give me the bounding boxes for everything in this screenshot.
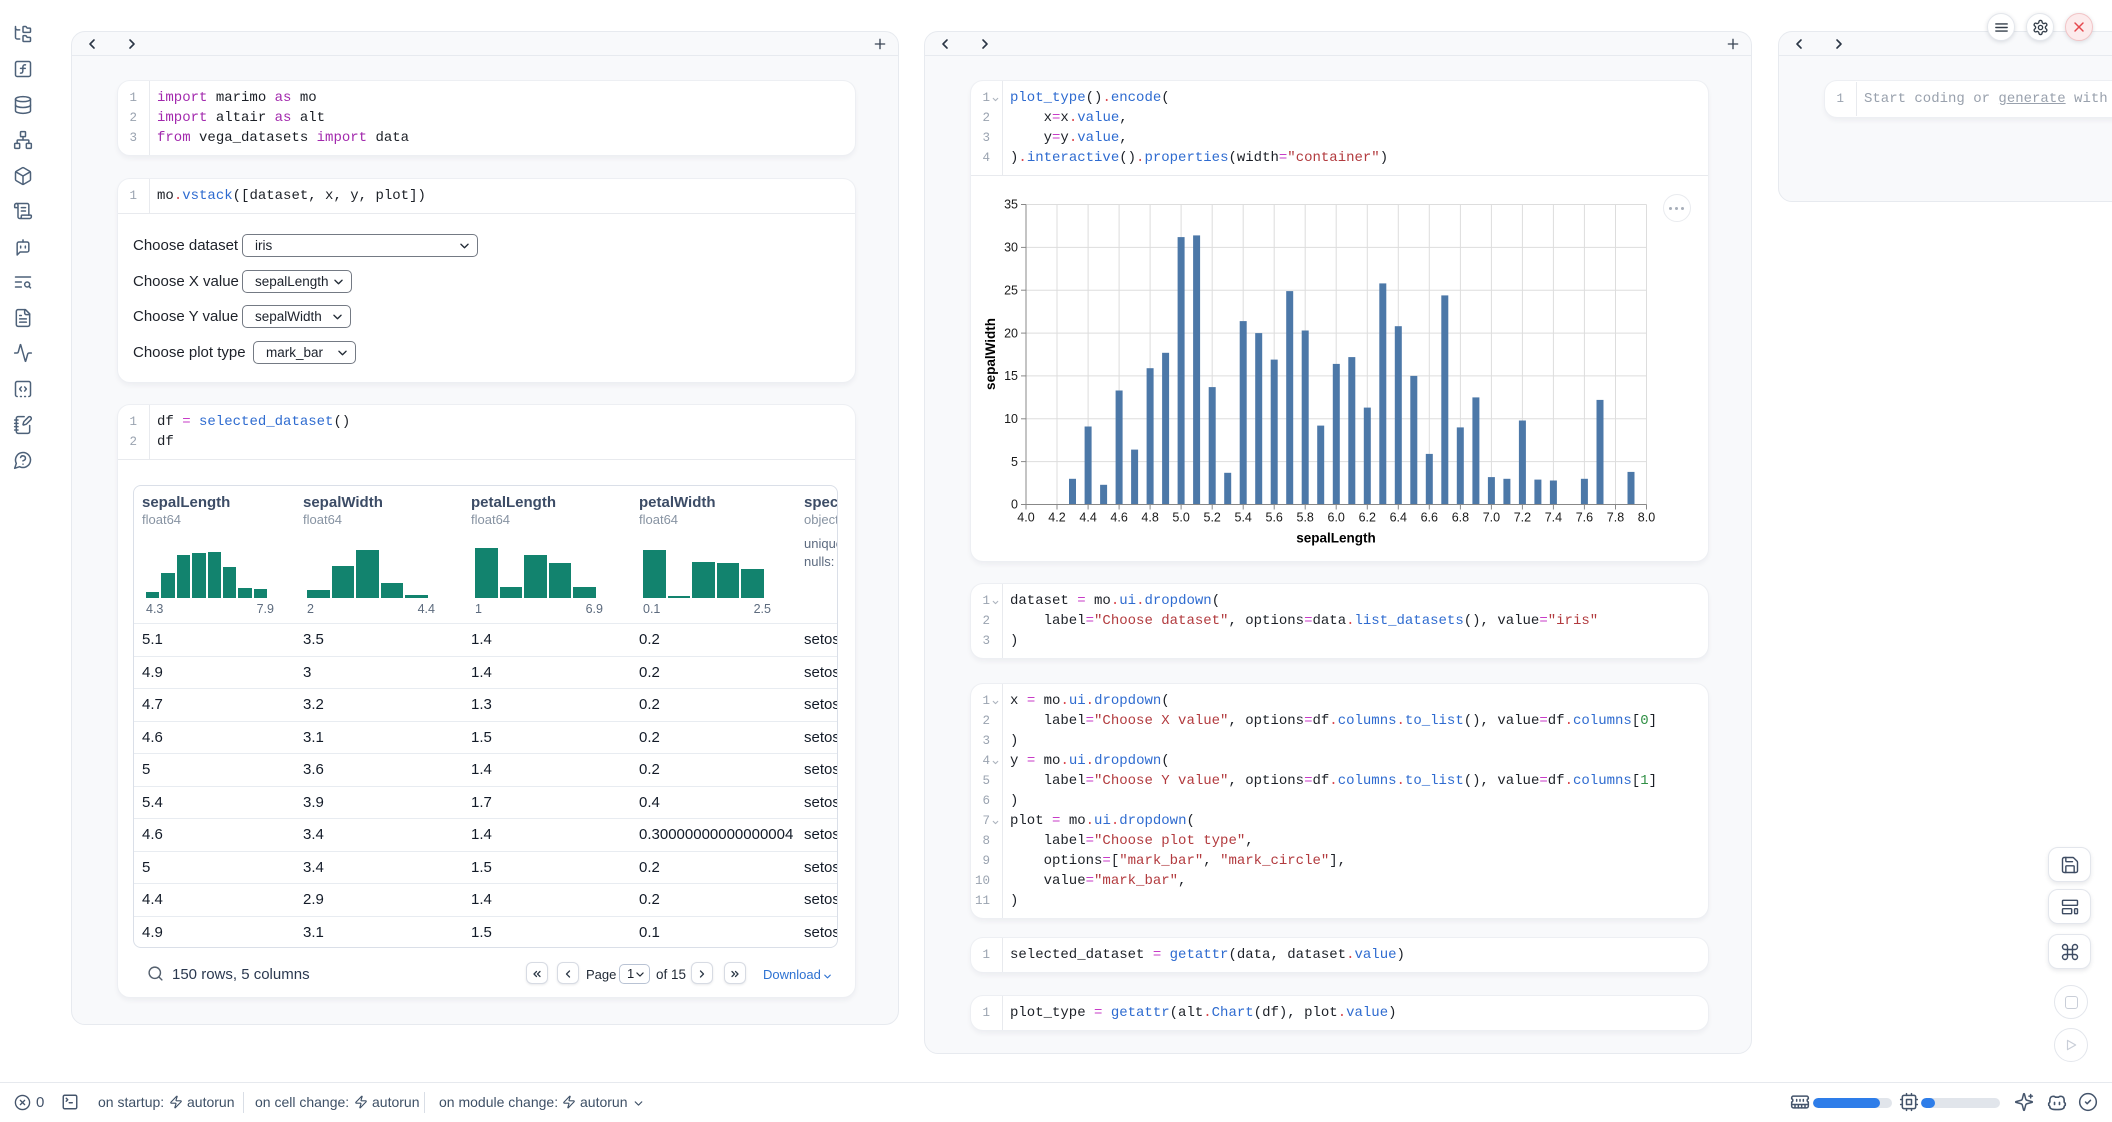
- svg-text:5.6: 5.6: [1266, 511, 1283, 525]
- svg-text:sepalLength: sepalLength: [1296, 531, 1376, 546]
- svg-text:7.6: 7.6: [1576, 511, 1593, 525]
- svg-text:sepalWidth: sepalWidth: [983, 318, 998, 390]
- svg-text:0: 0: [1011, 498, 1018, 512]
- svg-text:4.6: 4.6: [1110, 511, 1127, 525]
- svg-text:7.0: 7.0: [1483, 511, 1500, 525]
- svg-text:5.2: 5.2: [1204, 511, 1221, 525]
- svg-text:6.8: 6.8: [1452, 511, 1469, 525]
- svg-text:6.0: 6.0: [1328, 511, 1345, 525]
- svg-text:5.0: 5.0: [1172, 511, 1189, 525]
- svg-text:4.0: 4.0: [1017, 511, 1034, 525]
- svg-text:8.0: 8.0: [1638, 511, 1655, 525]
- svg-text:6.4: 6.4: [1390, 511, 1407, 525]
- svg-text:10: 10: [1004, 412, 1018, 426]
- svg-text:5: 5: [1011, 455, 1018, 469]
- svg-text:5.4: 5.4: [1235, 511, 1252, 525]
- svg-text:4.2: 4.2: [1048, 511, 1065, 525]
- svg-text:6.2: 6.2: [1359, 511, 1376, 525]
- svg-text:4.8: 4.8: [1141, 511, 1158, 525]
- svg-text:7.2: 7.2: [1514, 511, 1531, 525]
- svg-text:7.4: 7.4: [1545, 511, 1562, 525]
- svg-text:35: 35: [1004, 198, 1018, 212]
- svg-text:15: 15: [1004, 369, 1018, 383]
- svg-text:5.8: 5.8: [1297, 511, 1314, 525]
- svg-text:7.8: 7.8: [1607, 511, 1624, 525]
- svg-text:4.4: 4.4: [1079, 511, 1096, 525]
- svg-text:20: 20: [1004, 326, 1018, 340]
- svg-text:30: 30: [1004, 241, 1018, 255]
- svg-text:25: 25: [1004, 283, 1018, 297]
- svg-text:6.6: 6.6: [1421, 511, 1438, 525]
